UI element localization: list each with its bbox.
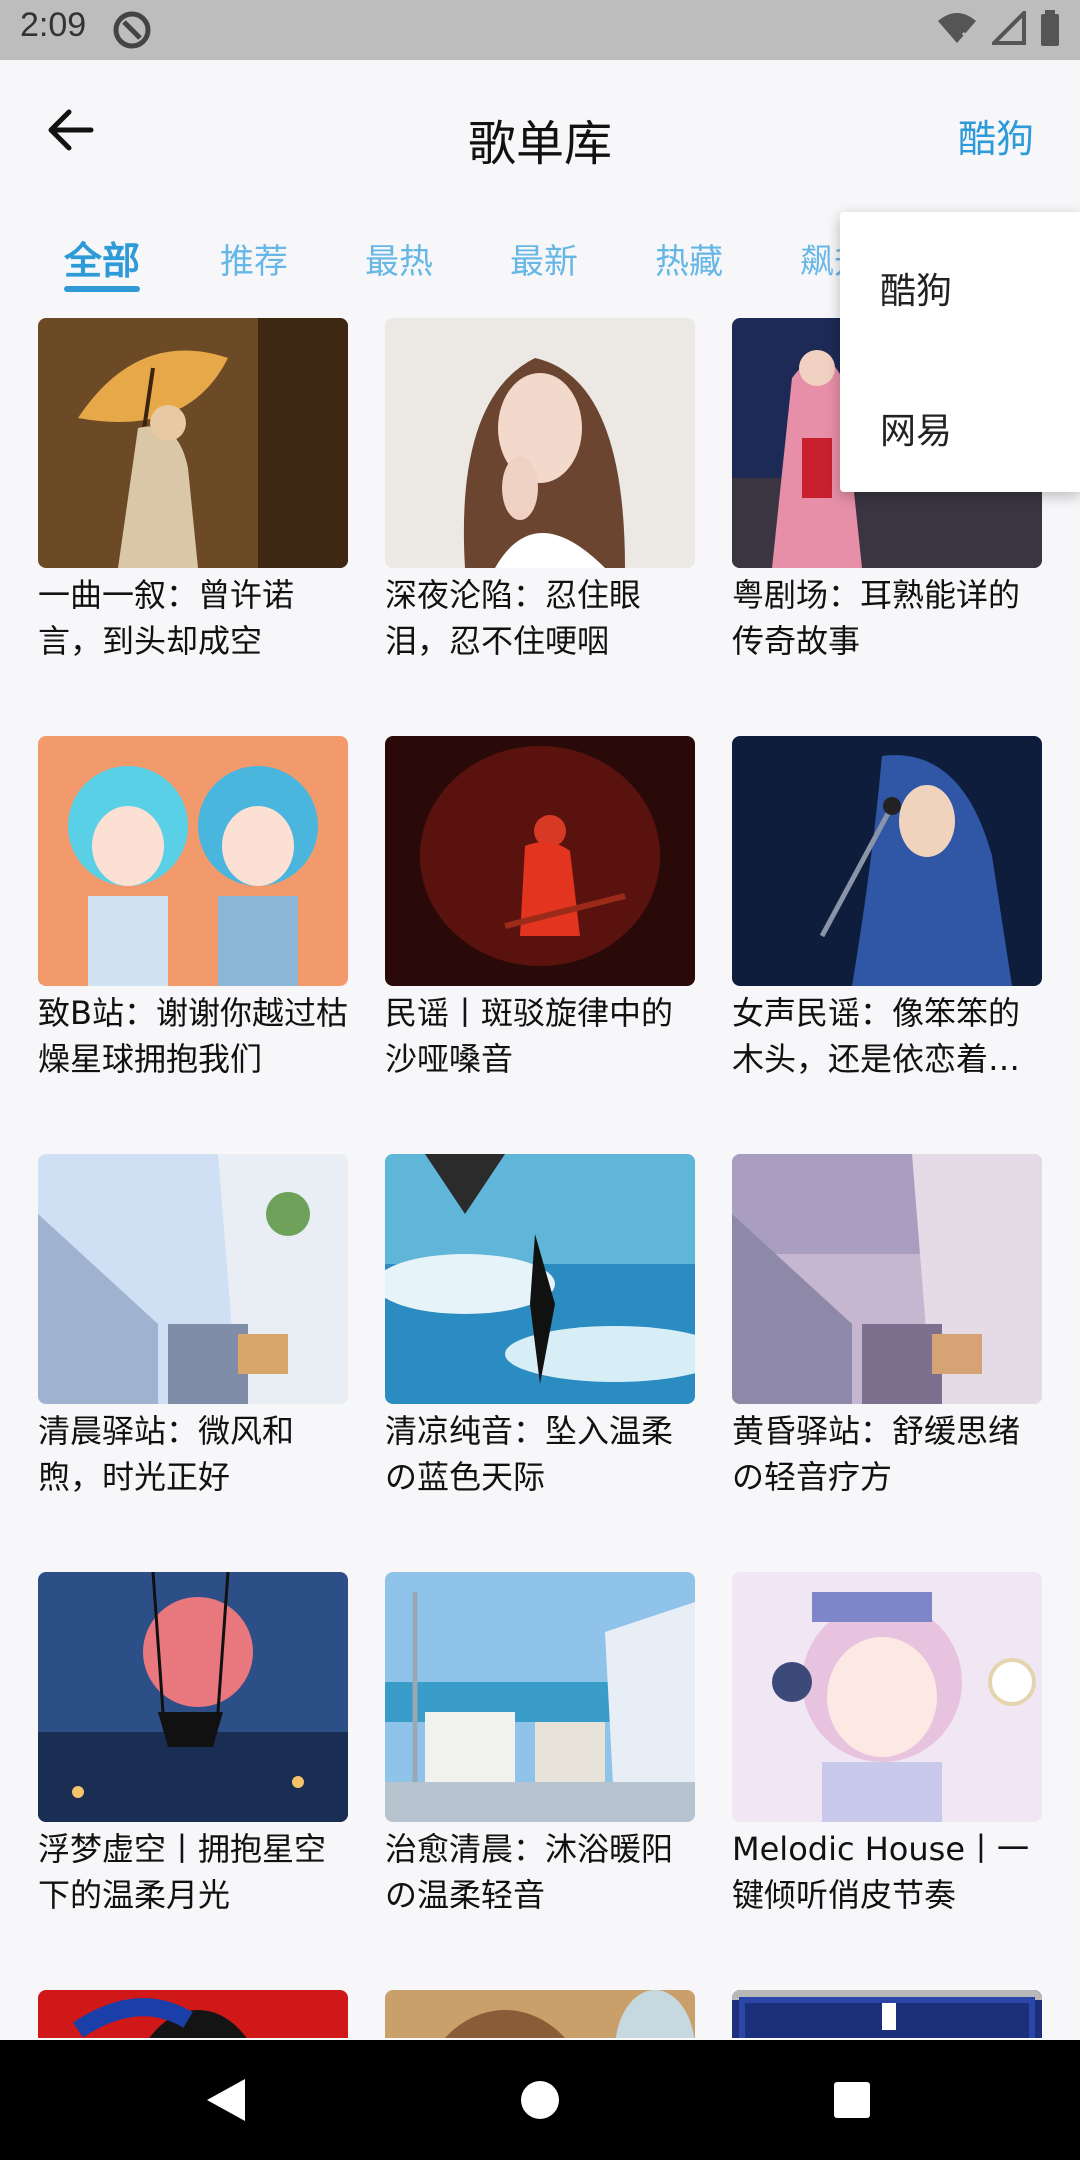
playlist-card[interactable] (38, 1990, 348, 2038)
signal-icon (989, 8, 1026, 49)
playlist-card[interactable]: 黄昏驿站：舒缓思绪の轻音疗方 (732, 1154, 1042, 1500)
playlist-cover (385, 1990, 695, 2038)
playlist-cover (385, 318, 695, 568)
playlist-title: 女声民谣：像笨笨的木头，还是依恋着… (732, 994, 1021, 1078)
page-title: 歌单库 (467, 116, 612, 172)
playlist-card[interactable]: 清凉纯音：坠入温柔の蓝色天际 (385, 1154, 695, 1500)
playlist-cover (38, 1154, 348, 1404)
nav-home-button[interactable] (510, 2070, 570, 2130)
playlist-title: 深夜沦陷：忍住眼泪，忍不住哽咽 (385, 576, 642, 660)
playlist-card[interactable] (732, 1990, 1042, 2038)
playlist-card[interactable]: Melodic House丨一键倾听俏皮节奏 (732, 1572, 1042, 1918)
tab-newest[interactable]: 最新 (510, 234, 578, 283)
nav-back-button[interactable] (196, 2070, 256, 2130)
wifi-icon (936, 11, 978, 49)
playlist-card[interactable]: 清晨驿站：微风和煦，时光正好 (38, 1154, 348, 1500)
playlist-cover (732, 736, 1042, 986)
playlist-cover (38, 1990, 348, 2038)
playlist-card[interactable]: 浮梦虚空丨拥抱星空下的温柔月光 (38, 1572, 348, 1918)
playlist-cover (732, 1154, 1042, 1404)
app-bar: 歌单库 酷狗 (0, 60, 1080, 200)
playlist-title: 清凉纯音：坠入温柔の蓝色天际 (385, 1412, 674, 1496)
playlist-card[interactable] (385, 1990, 695, 2038)
playlist-cover (385, 736, 695, 986)
nav-recents-button[interactable] (822, 2070, 882, 2130)
triangle-back-icon (207, 2079, 245, 2121)
status-bar: 2:09 (0, 0, 1080, 60)
playlist-cover (732, 1572, 1042, 1822)
playlist-title: 民谣丨斑驳旋律中的沙哑嗓音 (385, 994, 674, 1078)
tab-hottest[interactable]: 最热 (365, 234, 433, 283)
playlist-card[interactable]: 一曲一叙：曾许诺言，到头却成空 (38, 318, 348, 664)
notification-icon (112, 10, 152, 50)
status-icons (936, 8, 1060, 50)
playlist-card[interactable]: 深夜沦陷：忍住眼泪，忍不住哽咽 (385, 318, 695, 664)
playlist-cover (385, 1154, 695, 1404)
playlist-title: 致B站：谢谢你越过枯燥星球拥抱我们 (38, 994, 348, 1078)
playlist-title: Melodic House丨一键倾听俏皮节奏 (732, 1830, 1030, 1914)
playlist-title: 黄昏驿站：舒缓思绪の轻音疗方 (732, 1412, 1021, 1496)
playlist-title: 浮梦虚空丨拥抱星空下的温柔月光 (38, 1830, 327, 1914)
battery-icon (1040, 10, 1060, 50)
playlist-title: 粤剧场：耳熟能详的传奇故事 (732, 576, 1021, 660)
system-nav-bar (0, 2040, 1080, 2160)
source-selector-button[interactable]: 酷狗 (958, 108, 1034, 163)
square-recents-icon (834, 2082, 870, 2118)
dropdown-item-kugou[interactable]: 酷狗 (880, 262, 952, 314)
playlist-card[interactable]: 女声民谣：像笨笨的木头，还是依恋着… (732, 736, 1042, 1082)
playlist-card[interactable]: 治愈清晨：沐浴暖阳の温柔轻音 (385, 1572, 695, 1918)
source-dropdown-menu: 酷狗 网易 (840, 212, 1080, 492)
playlist-grid: 一曲一叙：曾许诺言，到头却成空 深夜沦陷：忍住眼泪，忍不住哽咽 粤剧场：耳熟能详 (38, 318, 1042, 2038)
playlist-cover (38, 1572, 348, 1822)
playlist-cover (732, 1990, 1042, 2038)
tab-all[interactable]: 全部 (64, 230, 140, 285)
circle-home-icon (521, 2081, 559, 2119)
status-time: 2:09 (20, 6, 87, 44)
playlist-card[interactable]: 致B站：谢谢你越过枯燥星球拥抱我们 (38, 736, 348, 1082)
tab-recommended[interactable]: 推荐 (220, 234, 288, 283)
tab-hot-collect[interactable]: 热藏 (655, 234, 723, 283)
playlist-cover (38, 318, 348, 568)
dropdown-item-netease[interactable]: 网易 (880, 402, 952, 454)
playlist-title: 清晨驿站：微风和煦，时光正好 (38, 1412, 295, 1496)
playlist-card[interactable]: 民谣丨斑驳旋律中的沙哑嗓音 (385, 736, 695, 1082)
playlist-title: 治愈清晨：沐浴暖阳の温柔轻音 (385, 1830, 674, 1914)
playlist-cover (385, 1572, 695, 1822)
playlist-title: 一曲一叙：曾许诺言，到头却成空 (38, 576, 295, 660)
tab-indicator (64, 286, 140, 292)
playlist-cover (38, 736, 348, 986)
